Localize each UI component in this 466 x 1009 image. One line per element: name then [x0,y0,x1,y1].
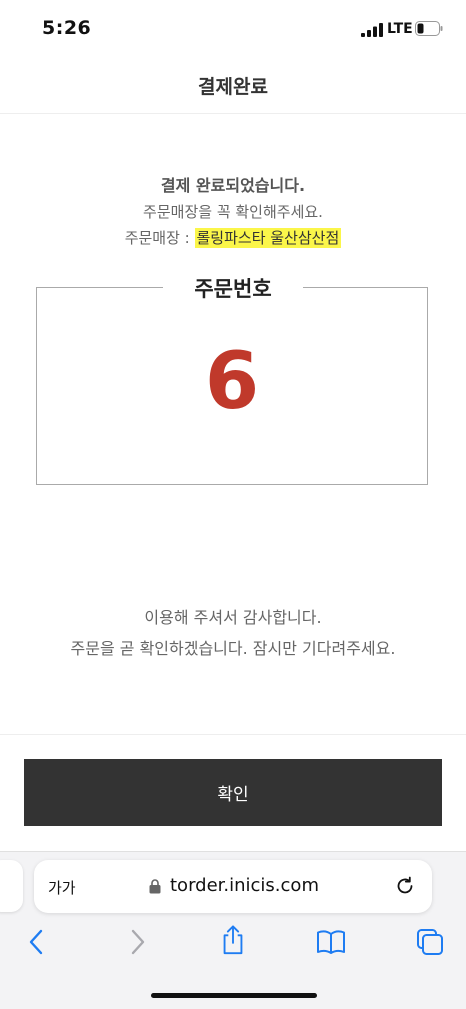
home-indicator [151,993,317,998]
previous-tab-preview[interactable] [0,860,23,912]
tabs-icon[interactable] [415,927,445,957]
header: 결제완료 [0,56,466,114]
confirm-button[interactable]: 확인 [24,759,442,826]
address-bar[interactable]: 가가 torder.inicis.com [34,860,432,913]
status-bar: 5:26 LTE [0,0,466,56]
status-time: 5:26 [42,17,92,39]
signal-icon [361,23,383,37]
order-number: 6 [204,337,260,427]
back-icon[interactable] [22,927,52,957]
completion-title: 결제 완료되었습니다. [160,176,306,195]
wait-message: 주문을 곧 확인하겠습니다. 잠시만 기다려주세요. [70,639,396,658]
lock-icon [149,879,161,894]
browser-toolbar: 가가 torder.inicis.com [0,851,466,1009]
store-notice: 주문매장을 꼭 확인해주세요. [143,203,323,221]
divider [0,734,466,735]
thanks-message: 이용해 주셔서 감사합니다. [144,608,322,627]
forward-icon[interactable] [122,927,152,957]
screen: 5:26 LTE 결제완료 결제 완료되었습니다. 주문매장을 꼭 확인해주세요… [0,0,466,1009]
share-icon[interactable] [218,925,248,955]
page-title: 결제완료 [198,76,268,98]
store-label: 주문매장 : [124,229,195,247]
page-settings-button[interactable]: 가가 [48,877,76,898]
network-label: LTE [387,21,413,37]
battery-icon [415,21,443,36]
url-text[interactable]: torder.inicis.com [170,875,319,896]
bookmarks-icon[interactable] [316,927,346,957]
order-number-label: 주문번호 [163,273,303,303]
reload-icon[interactable] [394,875,416,897]
store-name: 롤링파스타 울산삼산점 [194,228,342,248]
store-line: 주문매장 : 롤링파스타 울산삼산점 [0,227,466,248]
